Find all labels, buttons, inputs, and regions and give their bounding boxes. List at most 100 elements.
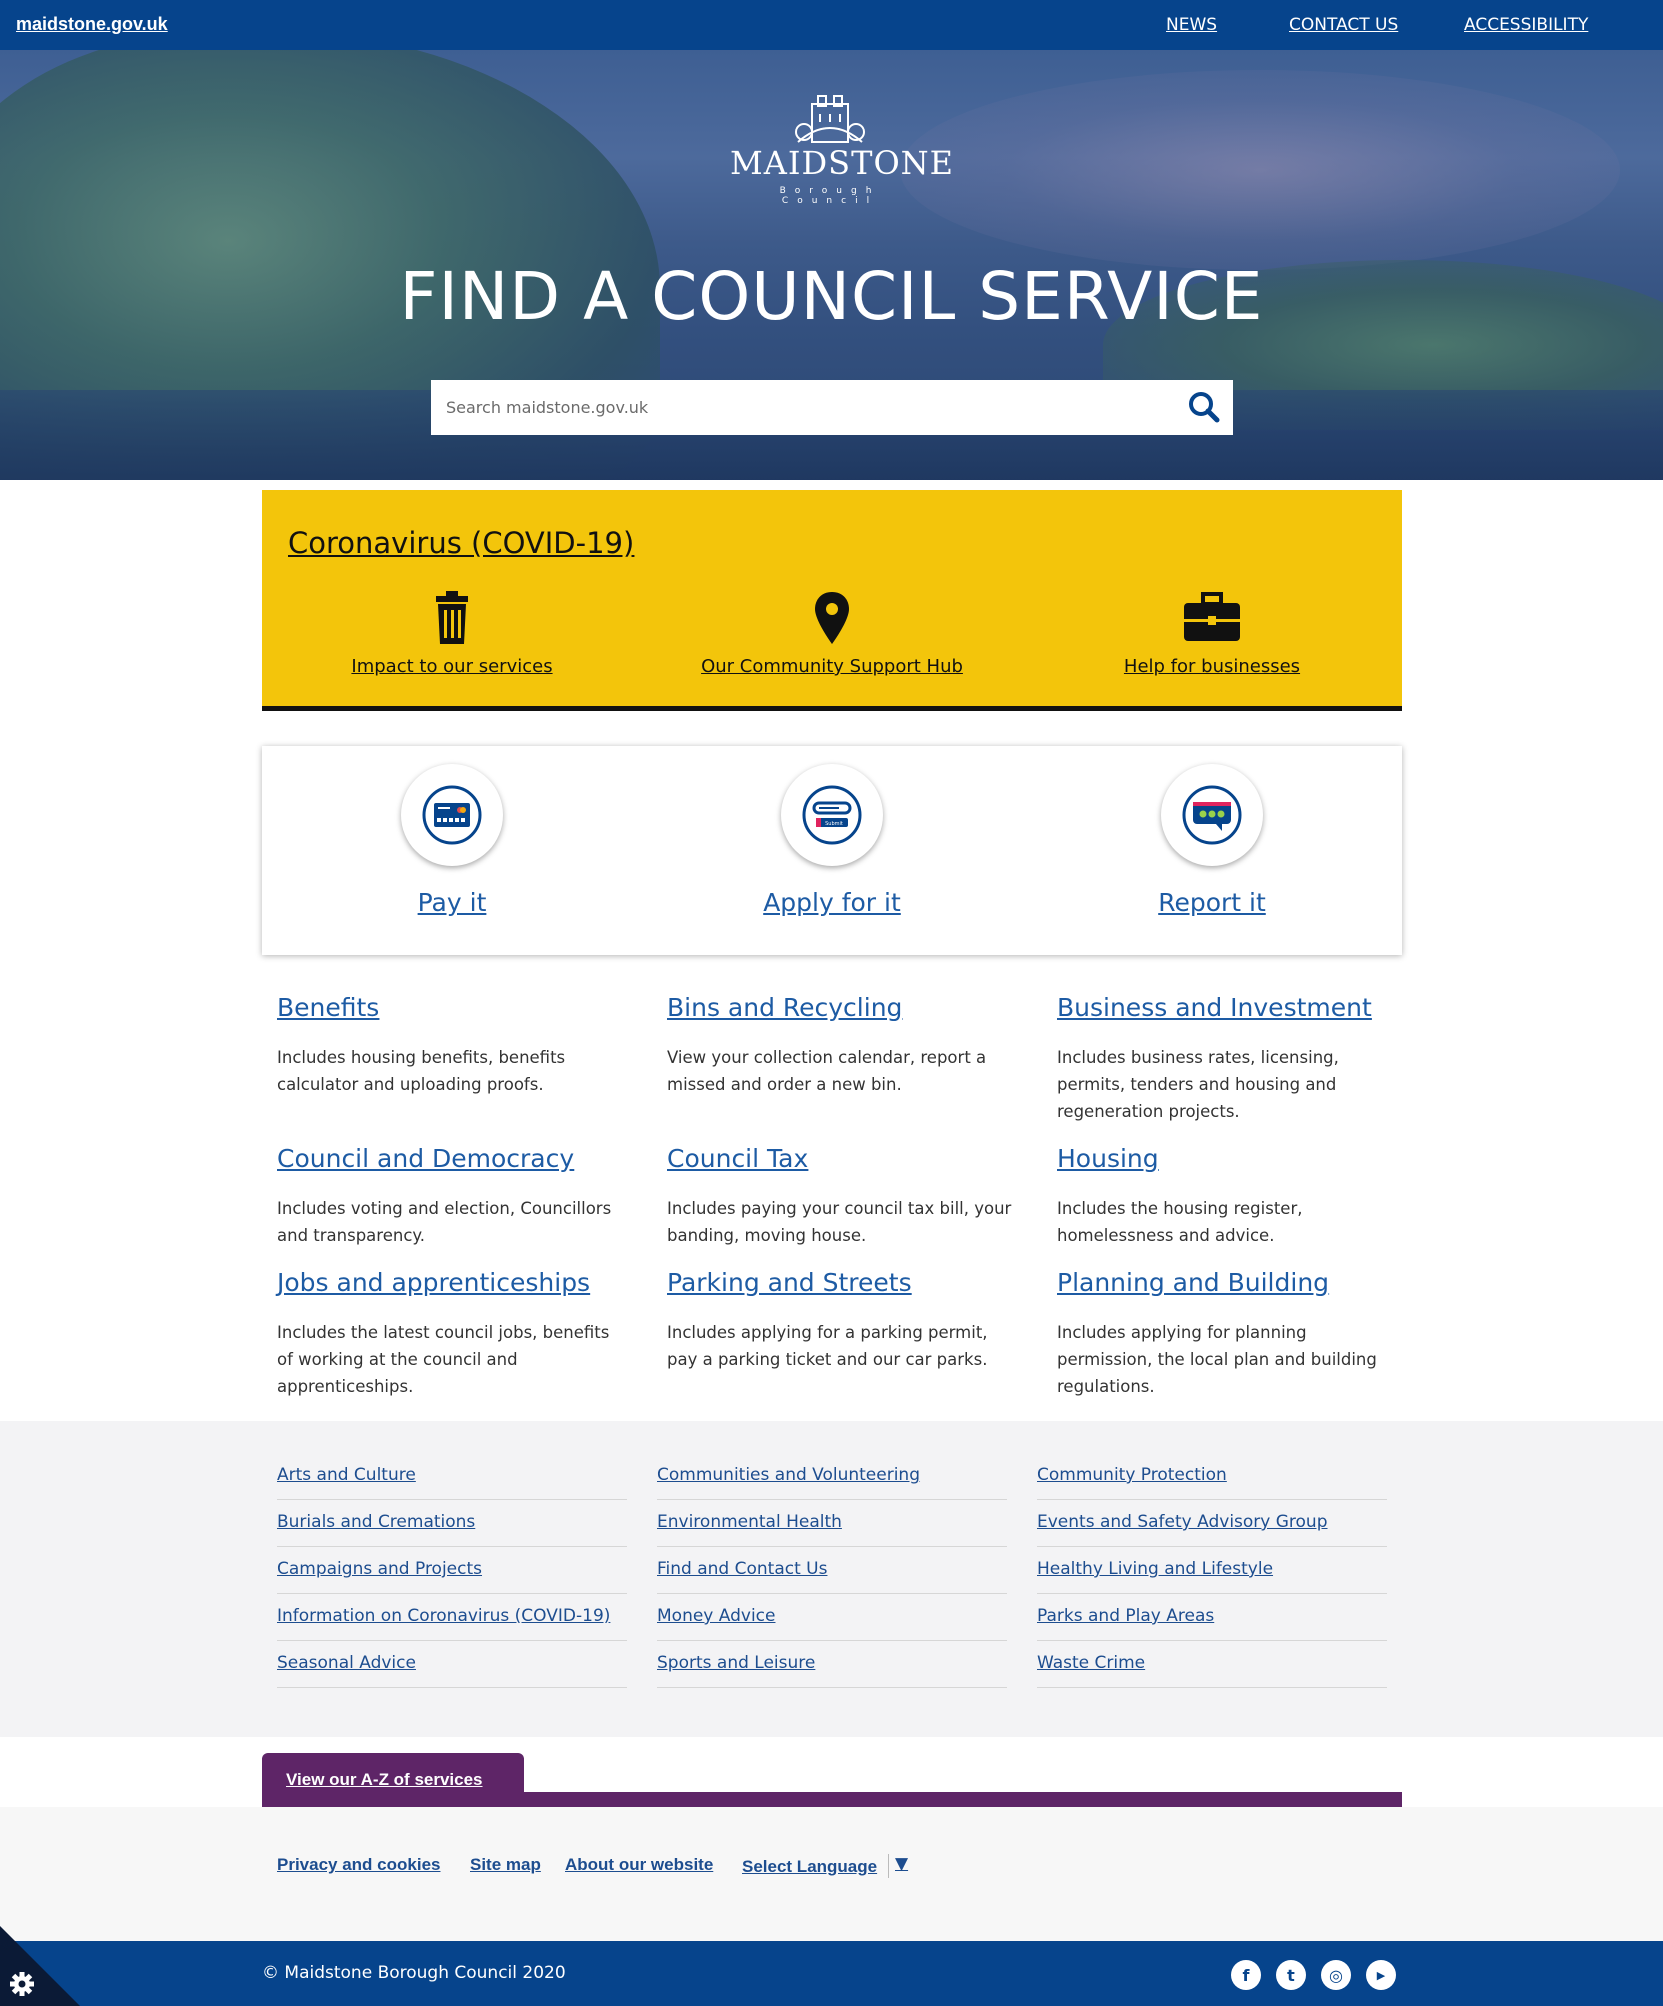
footer-links: Privacy and cookies Site map About our w… [0, 1807, 1663, 1941]
instagram-icon[interactable]: ◎ [1321, 1960, 1351, 1990]
page-title: FIND A COUNCIL SERVICE [399, 258, 1264, 335]
site-map-link[interactable]: Site map [470, 1855, 541, 1875]
service-benefits: Benefits Includes housing benefits, bene… [277, 993, 627, 1098]
service-title-link[interactable]: Bins and Recycling [667, 993, 902, 1022]
logo-wordmark: MAIDSTONE [730, 144, 955, 182]
facebook-icon[interactable]: f [1231, 1960, 1261, 1990]
service-jobs: Jobs and apprenticeships Includes the la… [277, 1268, 627, 1400]
language-dropdown-arrow-icon[interactable]: ▼ [888, 1854, 916, 1878]
service-planning: Planning and Building Includes applying … [1057, 1268, 1407, 1400]
speech-bubble-icon [1182, 785, 1242, 845]
logo-subtitle: Borough Council [779, 186, 881, 206]
service-title-link[interactable]: Planning and Building [1057, 1268, 1329, 1297]
service-title-link[interactable]: Jobs and apprenticeships [277, 1268, 590, 1297]
youtube-icon[interactable]: ▶ [1366, 1960, 1396, 1990]
about-website-link[interactable]: About our website [565, 1855, 713, 1875]
service-description: Includes business rates, licensing, perm… [1057, 1048, 1339, 1121]
twitter-icon[interactable]: t [1276, 1960, 1306, 1990]
search-button[interactable] [1183, 386, 1225, 428]
covid-item-business: Help for businesses [1022, 590, 1402, 677]
service-description: Includes the housing register, homelessn… [1057, 1199, 1303, 1245]
covid-item-impact: Impact to our services [262, 590, 642, 677]
links-column-3: Community Protection Events and Safety A… [1037, 1453, 1387, 1688]
form-submit-icon: Submit [802, 785, 862, 845]
covid-panel: Coronavirus (COVID-19) Impact to our ser… [262, 490, 1402, 711]
link-item[interactable]: Events and Safety Advisory Group [1037, 1512, 1328, 1532]
trash-icon [436, 591, 468, 644]
service-housing: Housing Includes the housing register, h… [1057, 1144, 1407, 1249]
copyright-text: © Maidstone Borough Council 2020 [262, 1963, 566, 1983]
service-description: Includes paying your council tax bill, y… [667, 1199, 1012, 1245]
service-title-link[interactable]: Parking and Streets [667, 1268, 912, 1297]
bottom-bar: © Maidstone Borough Council 2020 f t ◎ ▶ [0, 1941, 1663, 2006]
covid-link-business[interactable]: Help for businesses [1124, 656, 1300, 677]
action-apply: Submit Apply for it [642, 764, 1022, 917]
link-item[interactable]: Seasonal Advice [277, 1653, 416, 1673]
links-column-2: Communities and Volunteering Environment… [657, 1453, 1007, 1688]
search-input[interactable] [431, 380, 1171, 435]
submit-icon-text: Submit [825, 821, 843, 827]
service-description: Includes applying for planning permissio… [1057, 1323, 1377, 1396]
link-item[interactable]: Waste Crime [1037, 1653, 1145, 1673]
service-description: Includes applying for a parking permit, … [667, 1323, 988, 1369]
apply-icon-circle[interactable]: Submit [781, 764, 883, 866]
covid-link-impact[interactable]: Impact to our services [351, 656, 552, 677]
service-title-link[interactable]: Council and Democracy [277, 1144, 574, 1173]
service-description: Includes voting and election, Councillor… [277, 1199, 612, 1245]
action-pay: Pay it [262, 764, 642, 917]
council-logo[interactable]: MAIDSTONE Borough Council [730, 92, 955, 206]
report-it-link[interactable]: Report it [1158, 888, 1266, 917]
service-title-link[interactable]: Business and Investment [1057, 993, 1372, 1022]
cookie-settings-button[interactable] [0, 1926, 80, 2006]
covid-link-hub[interactable]: Our Community Support Hub [701, 656, 963, 677]
service-business: Business and Investment Includes busines… [1057, 993, 1407, 1125]
top-bar: maidstone.gov.uk NEWS CONTACT US ACCESSI… [0, 0, 1663, 50]
service-description: Includes the latest council jobs, benefi… [277, 1323, 610, 1396]
service-council-democracy: Council and Democracy Includes voting an… [277, 1144, 627, 1249]
covid-title-link[interactable]: Coronavirus (COVID-19) [288, 526, 634, 560]
search-icon [1189, 392, 1220, 423]
az-services-link[interactable]: View our A-Z of services [286, 1770, 483, 1790]
link-item[interactable]: Sports and Leisure [657, 1653, 815, 1673]
service-description: View your collection calendar, report a … [667, 1048, 987, 1094]
link-item[interactable]: Arts and Culture [277, 1465, 416, 1485]
link-item[interactable]: Find and Contact Us [657, 1559, 827, 1579]
credit-card-icon [422, 785, 482, 845]
pay-icon-circle[interactable] [401, 764, 503, 866]
hero-clouds [900, 70, 1620, 270]
link-item[interactable]: Burials and Cremations [277, 1512, 475, 1532]
link-item[interactable]: Campaigns and Projects [277, 1559, 482, 1579]
service-title-link[interactable]: Housing [1057, 1144, 1159, 1173]
apply-for-it-link[interactable]: Apply for it [763, 888, 901, 917]
link-item[interactable]: Money Advice [657, 1606, 775, 1626]
service-parking: Parking and Streets Includes applying fo… [667, 1268, 1017, 1373]
links-column-1: Arts and Culture Burials and Cremations … [277, 1453, 627, 1688]
link-item[interactable]: Communities and Volunteering [657, 1465, 920, 1485]
link-item[interactable]: Community Protection [1037, 1465, 1227, 1485]
service-title-link[interactable]: Council Tax [667, 1144, 808, 1173]
site-search [431, 380, 1233, 435]
map-pin-icon [815, 592, 849, 644]
language-select[interactable]: Select Language [742, 1857, 877, 1877]
service-description: Includes housing benefits, benefits calc… [277, 1048, 566, 1094]
report-icon-circle[interactable] [1161, 764, 1263, 866]
service-bins: Bins and Recycling View your collection … [667, 993, 1017, 1098]
az-tab[interactable]: View our A-Z of services [262, 1753, 524, 1807]
gear-icon [0, 1926, 80, 2006]
link-item[interactable]: Parks and Play Areas [1037, 1606, 1214, 1626]
link-item[interactable]: Healthy Living and Lifestyle [1037, 1559, 1273, 1579]
pay-it-link[interactable]: Pay it [418, 888, 487, 917]
briefcase-icon [1184, 592, 1240, 641]
site-home-link[interactable]: maidstone.gov.uk [16, 14, 168, 35]
covid-item-hub: Our Community Support Hub [642, 590, 1022, 677]
privacy-link[interactable]: Privacy and cookies [277, 1855, 440, 1875]
nav-contact-us[interactable]: CONTACT US [1289, 15, 1398, 35]
nav-news[interactable]: NEWS [1166, 15, 1217, 35]
link-item[interactable]: Information on Coronavirus (COVID-19) [277, 1606, 610, 1626]
service-title-link[interactable]: Benefits [277, 993, 379, 1022]
service-council-tax: Council Tax Includes paying your council… [667, 1144, 1017, 1249]
more-services-links: Arts and Culture Burials and Cremations … [0, 1421, 1663, 1737]
link-item[interactable]: Environmental Health [657, 1512, 842, 1532]
covid-title[interactable]: Coronavirus (COVID-19) [288, 526, 634, 560]
nav-accessibility[interactable]: ACCESSIBILITY [1464, 15, 1588, 35]
